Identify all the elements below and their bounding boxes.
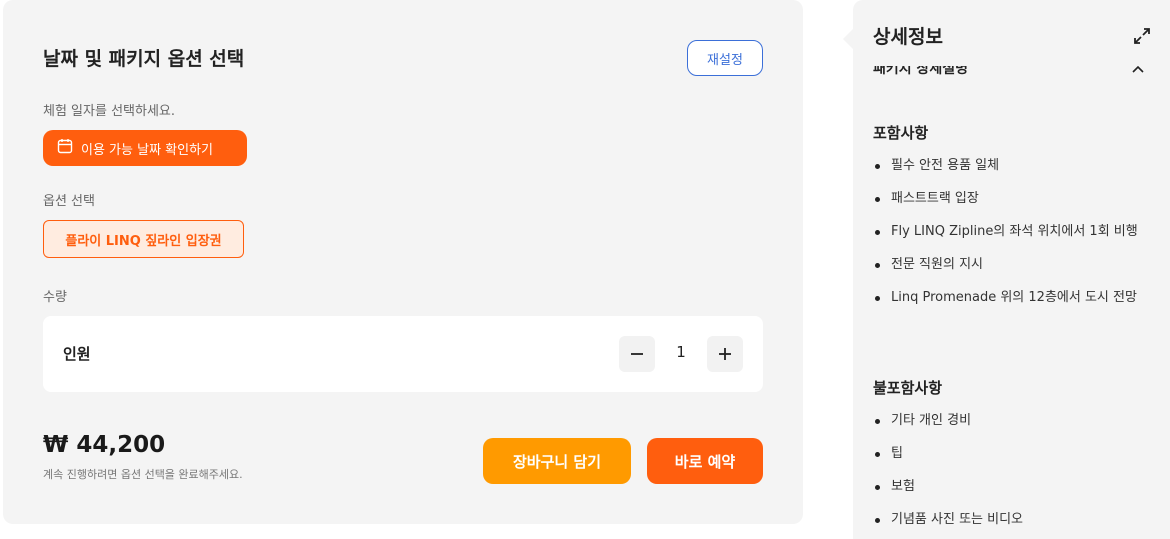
expand-icon[interactable] [1132,26,1152,46]
quantity-label: 수량 [43,290,67,305]
details-panel: 상세정보 패키지 상세설명 포함사항 필수 안전 용품 일체 패스트트랙 입장 … [853,0,1170,539]
price-note: 계속 진행하려면 옵션 선택을 완료해주세요. [43,468,243,481]
included-list: 필수 안전 용품 일체 패스트트랙 입장 Fly LINQ Zipline의 좌… [873,156,1153,321]
chevron-up-icon[interactable] [1130,66,1146,76]
option-label: 옵션 선택 [43,194,95,209]
list-item: 보험 [873,477,1153,497]
list-item: 전문 직원의 지시 [873,255,1153,275]
increment-button[interactable] [707,336,743,372]
excluded-list: 기타 개인 경비 팁 보험 기념품 사진 또는 비디오 [873,411,1153,539]
list-item: Linq Promenade 위의 12층에서 도시 전망 [873,288,1153,308]
quantity-row: 인원 1 [43,316,763,392]
list-item: 기타 개인 경비 [873,411,1153,431]
package-section-title[interactable]: 패키지 상세설명 [873,66,968,80]
plus-icon [719,348,731,360]
date-label: 체험 일자를 선택하세요. [43,104,175,119]
list-item: 패스트트랙 입장 [873,189,1153,209]
reset-button[interactable]: 재설정 [687,40,763,76]
booking-card: 날짜 및 패키지 옵션 선택 재설정 체험 일자를 선택하세요. 이용 가능 날… [3,0,803,524]
minus-icon [631,353,643,355]
decrement-button[interactable] [619,336,655,372]
calendar-icon [57,138,73,158]
list-item: 필수 안전 용품 일체 [873,156,1153,176]
list-item: 팁 [873,444,1153,464]
list-item: 기념품 사진 또는 비디오 [873,510,1153,530]
check-dates-label: 이용 가능 날짜 확인하기 [81,142,213,158]
details-title: 상세정보 [873,26,943,48]
add-to-cart-button[interactable]: 장바구니 담기 [483,438,631,484]
included-heading: 포함사항 [873,124,929,142]
check-dates-button[interactable]: 이용 가능 날짜 확인하기 [43,130,247,166]
quantity-value: 1 [676,343,686,361]
quantity-row-label: 인원 [63,345,91,363]
booking-title: 날짜 및 패키지 옵션 선택 [43,48,245,70]
book-now-button[interactable]: 바로 예약 [647,438,763,484]
total-price: ₩ 44,200 [43,432,166,458]
list-item: Fly LINQ Zipline의 좌석 위치에서 1회 비행 [873,222,1153,242]
option-chip-selected[interactable]: 플라이 LINQ 짚라인 입장권 [43,220,244,258]
excluded-heading: 불포함사항 [873,379,943,397]
